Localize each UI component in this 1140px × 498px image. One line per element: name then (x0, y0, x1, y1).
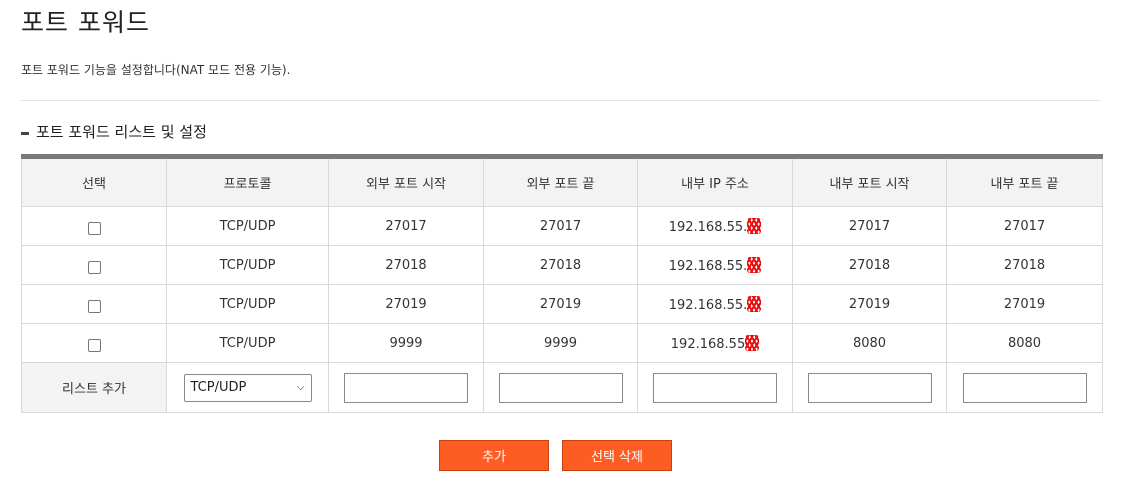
row-checkbox[interactable] (87, 299, 101, 313)
external-port-start-input-cell (328, 362, 484, 413)
redaction-mark-icon (747, 295, 762, 312)
select-cell (21, 206, 167, 246)
row-checkbox[interactable] (87, 338, 101, 352)
delete-selected-button[interactable]: 선택 삭제 (562, 440, 672, 471)
protocol-select-cell: TCP/UDP ⌵ (166, 362, 329, 413)
internal-ip-text: 192.168.55 (670, 336, 746, 352)
section-title: 포트 포워드 리스트 및 설정 (21, 121, 207, 142)
external-port-end-input[interactable] (498, 372, 623, 403)
section-title-label: 포트 포워드 리스트 및 설정 (36, 123, 207, 141)
table-row: TCP/UDP 9999 9999 192.168.55 8080 8080 (21, 323, 1103, 363)
chevron-down-icon: ⌵ (296, 382, 305, 393)
internal-port-end-input[interactable] (962, 372, 1087, 403)
header-external-port-end: 외부 포트 끝 (483, 156, 638, 207)
port-forward-table: 선택 프로토콜 외부 포트 시작 외부 포트 끝 내부 IP 주소 내부 포트 … (21, 154, 1103, 413)
protocol-cell: TCP/UDP (166, 206, 329, 246)
header-protocol: 프로토콜 (166, 156, 329, 207)
external-port-end-input-cell (483, 362, 638, 413)
external-port-end-cell: 27017 (483, 206, 638, 246)
external-port-start-cell: 9999 (328, 323, 484, 363)
internal-ip-text: 192.168.55. (668, 297, 748, 313)
external-port-start-cell: 27019 (328, 284, 484, 324)
page-title: 포트 포워드 (21, 8, 150, 37)
internal-port-end-input-cell (946, 362, 1103, 413)
divider (21, 100, 1101, 101)
internal-port-start-cell: 27018 (792, 245, 947, 285)
add-button[interactable]: 추가 (439, 440, 549, 471)
table-row: TCP/UDP 27019 27019 192.168.55. 27019 27… (21, 284, 1103, 324)
header-external-port-start: 외부 포트 시작 (328, 156, 484, 207)
header-internal-port-end: 내부 포트 끝 (946, 156, 1103, 207)
external-port-end-cell: 27018 (483, 245, 638, 285)
external-port-end-cell: 27019 (483, 284, 638, 324)
internal-port-start-input[interactable] (807, 372, 932, 403)
redaction-mark-icon (747, 256, 762, 273)
internal-ip-cell: 192.168.55 (637, 323, 793, 363)
table-header-row: 선택 프로토콜 외부 포트 시작 외부 포트 끝 내부 IP 주소 내부 포트 … (21, 156, 1103, 207)
internal-port-start-input-cell (792, 362, 947, 413)
redaction-mark-icon (745, 334, 760, 351)
internal-port-end-cell: 27018 (946, 245, 1103, 285)
internal-ip-cell: 192.168.55. (637, 284, 793, 324)
select-cell (21, 284, 167, 324)
internal-port-end-cell: 27019 (946, 284, 1103, 324)
protocol-cell: TCP/UDP (166, 245, 329, 285)
internal-ip-text: 192.168.55. (668, 219, 748, 235)
internal-ip-input[interactable] (653, 372, 777, 403)
internal-ip-text: 192.168.55. (668, 258, 748, 274)
section-bullet-icon (21, 132, 29, 135)
table-row: TCP/UDP 27018 27018 192.168.55. 27018 27… (21, 245, 1103, 285)
table-row: TCP/UDP 27017 27017 192.168.55. 27017 27… (21, 206, 1103, 246)
internal-ip-cell: 192.168.55. (637, 206, 793, 246)
external-port-end-cell: 9999 (483, 323, 638, 363)
protocol-select-value: TCP/UDP (190, 380, 247, 395)
header-select: 선택 (21, 156, 167, 207)
add-list-row: 리스트 추가 TCP/UDP ⌵ (21, 362, 1103, 413)
internal-ip-cell: 192.168.55. (637, 245, 793, 285)
add-list-label: 리스트 추가 (21, 362, 167, 413)
row-checkbox[interactable] (87, 260, 101, 274)
page-description: 포트 포워드 기능을 설정합니다(NAT 모드 전용 기능). (21, 63, 291, 77)
external-port-start-input[interactable] (344, 372, 468, 403)
port-forward-page: 포트 포워드 포트 포워드 기능을 설정합니다(NAT 모드 전용 기능). 포… (0, 0, 1140, 498)
protocol-select[interactable]: TCP/UDP ⌵ (183, 373, 312, 402)
row-checkbox[interactable] (87, 221, 101, 235)
internal-port-start-cell: 8080 (792, 323, 947, 363)
external-port-start-cell: 27017 (328, 206, 484, 246)
internal-port-end-cell: 27017 (946, 206, 1103, 246)
protocol-cell: TCP/UDP (166, 323, 329, 363)
internal-port-end-cell: 8080 (946, 323, 1103, 363)
external-port-start-cell: 27018 (328, 245, 484, 285)
header-internal-port-start: 내부 포트 시작 (792, 156, 947, 207)
select-cell (21, 245, 167, 285)
protocol-cell: TCP/UDP (166, 284, 329, 324)
header-internal-ip: 내부 IP 주소 (637, 156, 793, 207)
select-cell (21, 323, 167, 363)
redaction-mark-icon (747, 217, 762, 234)
internal-ip-input-cell (637, 362, 793, 413)
internal-port-start-cell: 27017 (792, 206, 947, 246)
internal-port-start-cell: 27019 (792, 284, 947, 324)
